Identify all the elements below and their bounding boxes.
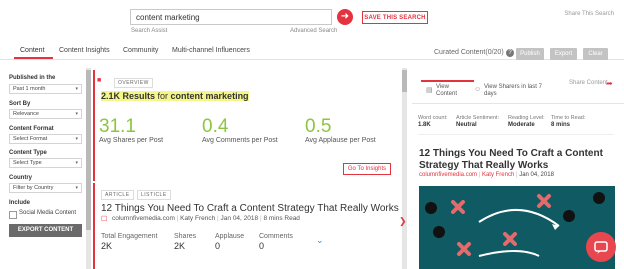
type-label: Content Type <box>9 150 47 156</box>
help-icon[interactable]: ? <box>506 49 514 57</box>
shares-label: Shares <box>174 233 197 240</box>
chevron-down-icon: ▾ <box>75 136 78 142</box>
advanced-search-link[interactable]: Advanced Search <box>290 28 337 34</box>
tab-view-sharers[interactable]: View Sharers in last 7 days <box>484 84 546 98</box>
tab-content[interactable]: Content <box>20 47 45 54</box>
avg-shares-label: Avg Shares per Post <box>99 137 164 144</box>
time-to-read-value: 8 mins <box>551 122 571 128</box>
publish-button[interactable]: Publish <box>516 48 544 60</box>
preview-title[interactable]: 12 Things You Need To Craft a Content St… <box>419 148 619 172</box>
chat-launcher-button[interactable] <box>586 232 616 262</box>
expand-chevron-icon[interactable]: ⌄ <box>316 235 324 246</box>
published-value: Past 1 month <box>13 86 46 92</box>
article-read-time: 8 mins Read <box>263 215 300 222</box>
type-value: Select Type <box>13 160 42 166</box>
sentiment-value: Neutral <box>456 122 477 128</box>
avg-comments-label: Avg Comments per Post <box>202 137 278 144</box>
preview-date: Jan 04, 2018 <box>519 172 554 178</box>
bookmark-icon[interactable]: ☐ <box>101 215 107 223</box>
article-author: Katy French <box>180 215 216 222</box>
main-scroll-thumb[interactable] <box>402 70 407 92</box>
search-input[interactable]: content marketing <box>130 9 332 25</box>
article-title[interactable]: 12 Things You Need To Craft a Content St… <box>101 203 399 214</box>
social-media-checkbox[interactable] <box>9 211 17 219</box>
arrow-right-icon: ➜ <box>340 11 350 22</box>
save-search-button[interactable]: SAVE THIS SEARCH <box>362 11 428 24</box>
chevron-down-icon: ▾ <box>75 111 78 117</box>
chevron-down-icon: ▾ <box>75 86 78 92</box>
format-label: Content Format <box>9 126 54 132</box>
article-source[interactable]: columnfivemedia.com <box>112 215 175 222</box>
results-for: for <box>155 91 171 101</box>
published-label: Published in the <box>9 75 56 81</box>
sort-select[interactable]: Relevance ▾ <box>9 109 82 119</box>
published-select[interactable]: Past 1 month ▾ <box>9 84 82 94</box>
type-select[interactable]: Select Type ▾ <box>9 158 82 168</box>
share-icon[interactable]: ➦ <box>606 79 613 88</box>
avg-comments-value: 0.4 <box>202 116 229 137</box>
article-meta: columnfivemedia.com | Katy French | Jan … <box>112 215 300 222</box>
results-count: 2.1K Results <box>101 91 156 101</box>
sentiment-label: Article Sentiment: <box>456 115 500 121</box>
time-to-read-label: Time to Read: <box>551 115 586 121</box>
go-to-insights-button[interactable]: Go To Insights <box>343 163 391 175</box>
comments-value: 0 <box>259 241 265 251</box>
preview-source[interactable]: columnfivemedia.com <box>419 172 477 178</box>
avg-applause-label: Avg Applause per Post <box>305 137 376 144</box>
social-media-label: Social Media Content <box>19 210 77 216</box>
format-select[interactable]: Select Format ▾ <box>9 134 82 144</box>
chevron-down-icon: ▾ <box>75 185 78 191</box>
total-engagement-value: 2K <box>101 241 113 251</box>
chevron-down-icon: ▾ <box>75 160 78 166</box>
view-content-label: View Content <box>436 84 458 97</box>
export-button[interactable]: Export <box>550 48 577 60</box>
chevron-right-icon[interactable]: ❯ <box>399 216 407 227</box>
country-value: Filter by Country <box>13 185 54 191</box>
export-content-button[interactable]: EXPORT CONTENT <box>9 224 82 237</box>
word-count-label: Word count: <box>418 115 448 121</box>
document-icon: ▤ <box>426 87 433 94</box>
total-engagement-label: Total Engagement <box>101 233 158 240</box>
stats-divider <box>418 134 614 135</box>
results-heading: 2.1K Results for content marketing <box>101 91 249 101</box>
clear-button[interactable]: Clear <box>583 48 608 60</box>
avg-shares-value: 31.1 <box>99 116 136 137</box>
article-tag: ARTICLE <box>101 190 134 200</box>
comments-label: Comments <box>259 233 293 240</box>
main-scrollbar[interactable] <box>402 68 407 269</box>
avg-applause-value: 0.5 <box>305 116 332 137</box>
sort-value: Relevance <box>13 111 39 117</box>
overview-marker-icon: ■ <box>97 77 102 84</box>
tab-content-insights[interactable]: Content Insights <box>59 47 110 54</box>
panel-divider <box>412 103 624 104</box>
applause-value: 0 <box>215 241 221 251</box>
overview-tag: OVERVIEW <box>114 78 153 88</box>
chat-icon <box>594 241 608 254</box>
tab-multichannel-influencers[interactable]: Multi-channel Influencers <box>172 47 250 54</box>
results-topic: content marketing <box>170 91 249 101</box>
applause-label: Applause <box>215 233 245 240</box>
include-label: Include <box>9 200 31 206</box>
share-search-link[interactable]: Share This Search <box>564 11 614 17</box>
tab-community[interactable]: Community <box>123 47 158 54</box>
shares-value: 2K <box>174 241 186 251</box>
format-value: Select Format <box>13 136 48 142</box>
country-select[interactable]: Filter by Country ▾ <box>9 183 82 193</box>
country-label: Country <box>9 175 32 181</box>
listicle-tag: LISTICLE <box>137 190 171 200</box>
reading-level-label: Reading Level: <box>508 115 545 121</box>
people-icon: ☺ <box>474 86 482 93</box>
article-date: Jan 04, 2018 <box>220 215 259 222</box>
reading-level-value: Moderate <box>508 122 535 128</box>
preview-author[interactable]: Katy French <box>482 172 514 178</box>
sort-label: Sort By <box>9 101 31 107</box>
preview-meta: columnfivemedia.com | Katy French | Jan … <box>419 172 554 178</box>
word-count-value: 1.8K <box>418 122 431 128</box>
curated-content-count: Curated Content(0/20) <box>434 49 504 56</box>
share-content-link[interactable]: Share Content <box>569 80 608 86</box>
search-submit-button[interactable]: ➜ <box>337 9 353 25</box>
sidebar-scroll-thumb[interactable] <box>86 70 91 230</box>
active-tab-indicator <box>14 57 53 59</box>
search-assist-link[interactable]: Search Assist <box>131 28 167 34</box>
